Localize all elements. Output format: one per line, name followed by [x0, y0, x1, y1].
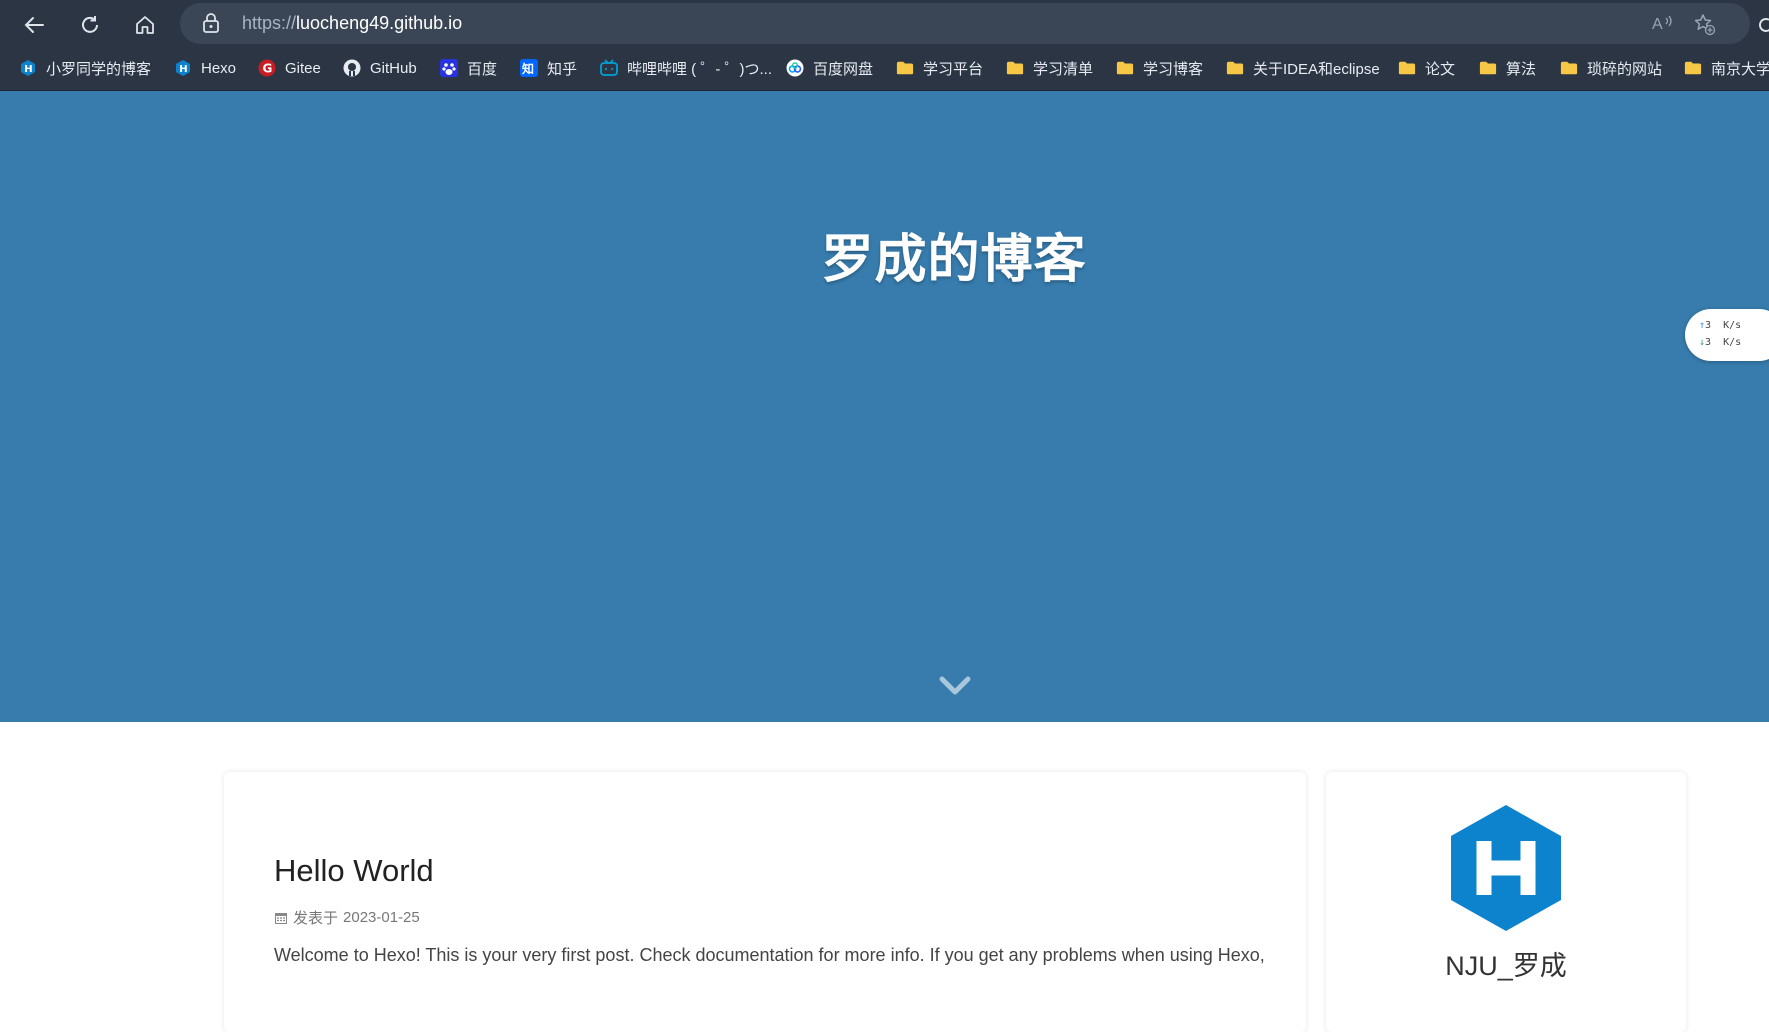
bookmark-folder-misc-sites[interactable]: 琐碎的网站: [1560, 57, 1662, 79]
folder-icon: [1398, 59, 1416, 77]
bookmark-label: 学习平台: [923, 60, 984, 78]
network-speed-widget[interactable]: ↑3 K/s ↓3 K/s: [1685, 309, 1769, 361]
baidu-netdisk-icon: [786, 59, 804, 77]
post-card: Hello World 发表于 2023-01-25 Welcome to He…: [224, 772, 1306, 1032]
bookmark-label: 关于IDEA和eclipse: [1253, 60, 1380, 78]
bookmark-label: 学习清单: [1033, 60, 1094, 78]
bookmark-label: 小罗同学的博客: [46, 60, 152, 78]
folder-icon: [1479, 59, 1497, 77]
bookmark-bilibili[interactable]: 哔哩哔哩 ( ゜- ゜)つ...: [600, 57, 772, 79]
bookmark-label: 知乎: [547, 60, 578, 78]
zhihu-icon: 知: [520, 59, 538, 77]
bookmark-label: 百度网盘: [813, 60, 874, 78]
back-button[interactable]: [16, 7, 52, 43]
bookmark-baidu[interactable]: 百度: [440, 57, 497, 79]
bookmark-label: 论文: [1425, 60, 1456, 78]
author-name: NJU_罗成: [1445, 951, 1567, 981]
bookmark-folder-study-list[interactable]: 学习清单: [1006, 57, 1093, 79]
folder-icon: [896, 59, 914, 77]
bookmark-baidu-netdisk[interactable]: 百度网盘: [786, 57, 873, 79]
author-card: NJU_罗成: [1326, 772, 1686, 1032]
hexo-icon: H: [19, 59, 37, 77]
url-host: luocheng49.github.io: [296, 13, 463, 33]
scroll-down-chevron-icon[interactable]: [938, 674, 972, 698]
url-text[interactable]: https://luocheng49.github.io: [242, 13, 462, 34]
extension-button[interactable]: [1748, 7, 1769, 43]
bookmark-folder-study-platform[interactable]: 学习平台: [896, 57, 983, 79]
browser-toolbar: https://luocheng49.github.io A: [0, 0, 1769, 45]
svg-text:H: H: [24, 64, 32, 75]
bookmark-label: GitHub: [370, 59, 417, 77]
baidu-icon: [440, 59, 458, 77]
bookmark-folder-papers[interactable]: 论文: [1398, 57, 1455, 79]
folder-icon: [1560, 59, 1578, 77]
gitee-icon: G: [258, 59, 276, 77]
bookmark-gitee[interactable]: G Gitee: [258, 57, 321, 79]
bookmark-folder-idea-eclipse[interactable]: 关于IDEA和eclipse: [1226, 57, 1380, 79]
github-icon: [343, 59, 361, 77]
bookmark-label: 哔哩哔哩 ( ゜- ゜)つ...: [627, 60, 772, 78]
folder-icon: [1226, 59, 1244, 77]
svg-text:知: 知: [521, 61, 534, 76]
folder-icon: [1006, 59, 1024, 77]
sync-icon: [1759, 18, 1769, 32]
bookmark-label: Hexo: [201, 59, 237, 77]
bookmark-zhihu[interactable]: 知 知乎: [520, 57, 577, 79]
download-speed: ↓3 K/s: [1699, 337, 1742, 348]
site-title: 罗成的博客: [821, 230, 1087, 290]
folder-icon: [1116, 59, 1134, 77]
back-arrow-icon: [24, 17, 44, 33]
upload-speed: ↑3 K/s: [1699, 320, 1742, 331]
lock-icon[interactable]: [202, 12, 220, 34]
svg-text:H: H: [179, 64, 187, 75]
bookmark-folder-algorithms[interactable]: 算法: [1479, 57, 1536, 79]
bookmarks-bar: H 小罗同学的博客 H Hexo G Gitee GitHub 百度 知 知乎 …: [0, 45, 1769, 91]
hexo-icon: H: [174, 59, 192, 77]
bookmark-label: 百度: [467, 60, 498, 78]
bilibili-icon: [600, 59, 618, 77]
post-meta-label: 发表于: [293, 910, 339, 927]
post-date: 2023-01-25: [343, 909, 420, 926]
refresh-button[interactable]: [72, 7, 108, 43]
bookmark-folder-study-blog[interactable]: 学习博客: [1116, 57, 1203, 79]
address-bar[interactable]: https://luocheng49.github.io A: [180, 3, 1750, 44]
bookmark-github[interactable]: GitHub: [343, 57, 417, 79]
post-meta: 发表于 2023-01-25: [274, 907, 420, 928]
bookmark-folder-nju[interactable]: 南京大学: [1684, 57, 1769, 79]
home-icon: [136, 16, 154, 34]
hero-banner: 罗成的博客 ↑3 K/s ↓3 K/s: [0, 91, 1769, 722]
bookmark-label: 学习博客: [1143, 60, 1204, 78]
bookmark-label: 算法: [1506, 60, 1537, 78]
bookmark-hexo[interactable]: H Hexo: [174, 57, 236, 79]
svg-text:A: A: [1652, 16, 1663, 33]
bookmark-label: 琐碎的网站: [1587, 60, 1663, 78]
bookmark-label: Gitee: [285, 59, 321, 77]
folder-icon: [1684, 59, 1702, 77]
main-content: Hello World 发表于 2023-01-25 Welcome to He…: [0, 722, 1769, 1032]
post-title-link[interactable]: Hello World: [274, 853, 434, 889]
read-aloud-icon[interactable]: A: [1652, 12, 1676, 34]
favorite-add-icon[interactable]: [1692, 12, 1716, 36]
calendar-icon: [275, 912, 287, 924]
home-button[interactable]: [127, 7, 163, 43]
post-excerpt: Welcome to Hexo! This is your very first…: [274, 945, 1265, 965]
hexo-avatar-icon: [1451, 805, 1561, 931]
bookmark-xiaoluo-blog[interactable]: H 小罗同学的博客: [19, 57, 151, 79]
svg-text:G: G: [263, 62, 273, 76]
url-protocol: https://: [242, 13, 297, 33]
refresh-icon: [82, 16, 98, 33]
bookmark-label: 南京大学: [1711, 60, 1769, 78]
